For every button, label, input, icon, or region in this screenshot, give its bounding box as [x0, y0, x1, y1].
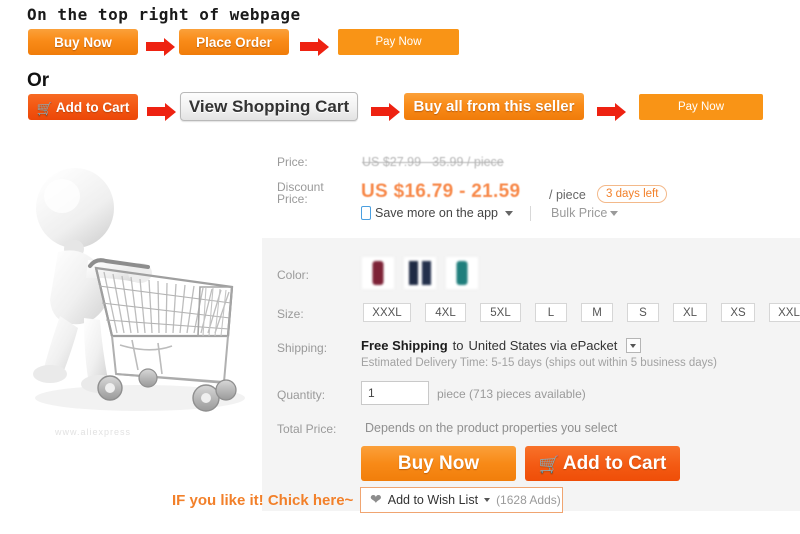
days-left-badge: 3 days left	[597, 185, 668, 203]
shipping-method[interactable]: Free Shipping to United States via ePack…	[361, 338, 642, 353]
flow-button-add-to-cart[interactable]: 🛒 Add to Cart	[28, 94, 138, 120]
chevron-down-icon	[610, 210, 619, 216]
free-shipping-text: Free Shipping	[361, 338, 448, 353]
color-swatch-maroon[interactable]	[361, 256, 395, 290]
mobile-phone-icon	[361, 206, 371, 220]
original-price: US $27.99 - 35.99 / piece	[362, 155, 504, 169]
add-to-cart-button[interactable]: 🛒 Add to Cart	[525, 446, 680, 481]
wishlist-count: (1628 Adds)	[496, 493, 561, 507]
size-option-xl[interactable]: XL	[673, 303, 707, 322]
save-more-on-app-label: Save more on the app	[375, 206, 498, 220]
quantity-input[interactable]	[361, 381, 429, 405]
add-to-cart-label: Add to Cart	[562, 452, 667, 474]
flow-button-view-shopping-cart[interactable]: View Shopping Cart	[180, 92, 358, 121]
flow-button-pay-now-1[interactable]: Pay Now	[338, 29, 459, 55]
flow-button-place-order[interactable]: Place Order	[179, 29, 289, 55]
shopper-figure-illustration	[33, 168, 245, 412]
bulk-price-label: Bulk Price	[551, 206, 608, 220]
product-image: www.aliexpress	[0, 140, 262, 445]
size-option-m[interactable]: M	[581, 303, 613, 322]
screenshot-root: On the top right of webpage Buy Now Plac…	[0, 0, 800, 534]
flow-button-add-to-cart-label: Add to Cart	[55, 99, 130, 115]
size-option-xxl[interactable]: XXL	[769, 303, 800, 322]
buy-now-button[interactable]: Buy Now	[361, 446, 516, 481]
total-price-note: Depends on the product properties you se…	[365, 421, 618, 435]
cart-icon: 🛒	[538, 455, 560, 474]
size-option-xxxl[interactable]: XXXL	[363, 303, 411, 322]
chevron-down-icon	[484, 498, 491, 502]
size-option-l[interactable]: L	[535, 303, 567, 322]
tutorial-title: On the top right of webpage	[27, 5, 301, 24]
estimated-delivery: Estimated Delivery Time: 5-15 days (ship…	[361, 357, 718, 369]
bulk-price-toggle[interactable]: Bulk Price	[551, 206, 619, 220]
chevron-down-icon[interactable]	[626, 338, 642, 353]
cart-icon: 🛒	[36, 100, 53, 116]
flow-button-buy-all-from-seller[interactable]: Buy all from this seller	[404, 93, 584, 120]
shipping-label: Shipping:	[277, 341, 328, 355]
size-option-xs[interactable]: XS	[721, 303, 755, 322]
size-option-4xl[interactable]: 4XL	[425, 303, 466, 322]
wishlist-hint: IF you like it! Chick here~	[172, 492, 354, 509]
flow-button-buy-now[interactable]: Buy Now	[28, 29, 138, 55]
shipping-to-text: to	[452, 338, 464, 353]
heart-icon: ❤	[370, 491, 382, 507]
color-label: Color:	[277, 268, 310, 282]
total-price-label: Total Price:	[277, 422, 337, 436]
tutorial-or-label: Or	[27, 70, 50, 91]
quantity-availability: piece (713 pieces available)	[437, 387, 586, 401]
price-label: Price:	[277, 155, 308, 169]
size-option-s[interactable]: S	[627, 303, 659, 322]
discount-price-value: US $16.79 - 21.59	[361, 181, 521, 202]
size-option-5xl[interactable]: 5XL	[480, 303, 521, 322]
flow-button-pay-now-2[interactable]: Pay Now	[639, 94, 763, 120]
chevron-down-icon	[505, 210, 513, 216]
add-to-wish-list-button[interactable]: ❤ Add to Wish List (1628 Adds)	[360, 487, 563, 513]
price-unit: / piece	[549, 188, 586, 202]
color-swatch-navy[interactable]	[403, 256, 437, 290]
image-watermark: www.aliexpress	[55, 427, 132, 437]
color-swatch-teal[interactable]	[445, 256, 479, 290]
quantity-label: Quantity:	[277, 388, 326, 402]
save-more-on-app[interactable]: Save more on the app	[361, 206, 513, 220]
shipping-destination: United States via ePacket	[468, 338, 618, 353]
add-to-wish-list-label: Add to Wish List	[387, 493, 479, 507]
price-row-divider	[530, 206, 531, 221]
size-label: Size:	[277, 307, 304, 321]
discount-price-label-line2: Price:	[277, 192, 308, 206]
